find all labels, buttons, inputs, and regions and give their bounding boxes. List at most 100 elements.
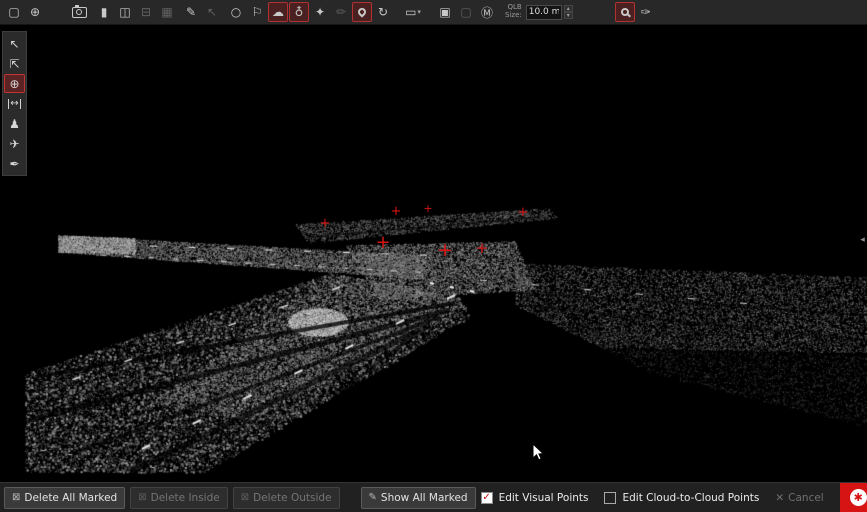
panel-expander-arrow[interactable]: ◂ [858,231,867,249]
select-area-icon-glyph: ▢ [8,5,19,19]
coordinate-m-icon[interactable]: Ⓜ [477,2,497,22]
view-horizontal-split-icon-glyph: ⊟ [141,5,151,19]
select-cursor-tool-glyph: ↖ [9,37,19,51]
mouse-cursor [532,443,545,462]
delete-all-marked-label: Delete All Marked [24,492,117,504]
qlb-size-stepper[interactable]: ▴ ▾ [564,5,573,19]
delete-outside-button: ⊠ Delete Outside [233,487,340,509]
show-all-marked-button[interactable]: ✎ Show All Marked [361,487,476,509]
cancel-button: ✕ Cancel [775,492,823,504]
section-box-dropdown-glyph: ▭ [405,5,416,19]
toolbar-group-views: ▮ ◫ ⊟ ▦ [94,2,177,22]
globe-surface-icon-glyph: ♁ [295,5,304,19]
cube-wire-icon-glyph: ▢ [460,5,471,19]
cancel-label: Cancel [788,492,824,504]
cube-view-icon-glyph: ▣ [439,5,450,19]
edit-cloud-to-cloud-points-box[interactable] [604,492,616,504]
circle-marker-icon-glyph: ○ [231,5,241,19]
delete-inside-label: Delete Inside [151,492,220,504]
pin-rotate-icon[interactable]: ↻ [373,2,393,22]
cube-wire-icon: ▢ [456,2,476,22]
smart-select-tool[interactable]: ⇱ [4,54,25,73]
pen-marker-icon: ✏ [331,2,351,22]
location-pin-icon[interactable] [352,2,372,22]
delete-inside-icon: ⊠ [138,492,146,503]
delete-outside-label: Delete Outside [253,492,331,504]
lens-highlight-icon[interactable] [615,2,635,22]
lens-highlight-icon-glyph [621,8,629,16]
bottom-bar: ⊠ Delete All Marked ⊠ Delete Inside ⊠ Delete … [0,482,867,512]
paint-select-tool[interactable]: ✒ [4,154,25,173]
pick-coordinate-icon-glyph: ⊕ [30,5,40,19]
cloud-points-icon[interactable]: ☁ [268,2,288,22]
toolbar-group-section: ▭▾ [403,2,423,22]
edit-visual-points-checkbox[interactable]: ✓ Edit Visual Points [481,492,589,504]
edit-cloud-to-cloud-points-label: Edit Cloud-to-Cloud Points [622,492,759,504]
view-horizontal-split-icon: ⊟ [136,2,156,22]
fly-navigation-tool-glyph: ✈ [9,137,19,151]
delete-outside-icon: ⊠ [241,492,249,503]
toolbar-group-camera [69,2,89,22]
fly-navigation-tool[interactable]: ✈ [4,134,25,153]
view-split-icon[interactable]: ◫ [115,2,135,22]
smart-select-tool-glyph: ⇱ [9,57,19,71]
measure-distance-tool[interactable]: ↔ [4,94,25,113]
toolbar-group-draw: ✎↖ [181,2,222,22]
show-all-marked-label: Show All Marked [381,492,468,504]
bottom-button-group: ⊠ Delete All Marked ⊠ Delete Inside ⊠ Delete … [4,487,481,509]
star-marker-icon[interactable]: ✦ [310,2,330,22]
edit-visual-points-label: Edit Visual Points [499,492,589,504]
top-toolbar: ▢⊕ ▮◫⊟▦ ✎↖ ○⚐☁♁✦✏↻ ▭▾ ▣▢Ⓜ QLB Size: ▴ ▾ … [0,0,867,25]
walk-view-tool[interactable]: ♟ [4,114,25,133]
toolbar-group-qlb-icons: ▣ ▢ Ⓜ [435,2,497,22]
stepper-up-icon[interactable]: ▴ [564,5,573,12]
left-toolbar: ↖ ⇱ ⊕↔♟ ✈ ✒ [2,31,27,176]
camera-icon[interactable] [69,2,89,22]
optimize-bundle-button[interactable]: ✱ Optimize Bundle [840,483,867,512]
star-marker-icon-glyph: ✦ [315,5,325,19]
brush-tool-icon-glyph: ✑ [641,5,651,19]
qlb-size-label: QLB Size: [505,4,522,19]
section-box-dropdown-caret: ▾ [417,8,421,16]
view-single-icon[interactable]: ▮ [94,2,114,22]
select-cursor-tool[interactable]: ↖ [4,34,25,53]
pen-marker-icon-glyph: ✏ [336,5,346,19]
paint-select-tool-glyph: ✒ [9,157,19,171]
select-cursor-icon: ↖ [202,2,222,22]
delete-inside-button: ⊠ Delete Inside [130,487,228,509]
tag-marker-icon[interactable]: ⚐ [247,2,267,22]
cube-view-icon[interactable]: ▣ [435,2,455,22]
edit-visual-points-box[interactable]: ✓ [481,492,493,504]
globe-surface-icon[interactable]: ♁ [289,2,309,22]
draw-line-icon[interactable]: ✎ [181,2,201,22]
pick-move-tool[interactable]: ⊕ [4,74,25,93]
camera-icon-glyph [72,7,87,18]
qlb-size-input[interactable] [526,5,562,20]
section-box-dropdown[interactable]: ▭▾ [403,2,423,22]
brush-tool-icon[interactable]: ✑ [636,2,656,22]
viewport-3d[interactable]: +++++++ ◂ ↖⇱⊕↔♟✈✒ [0,25,867,482]
location-pin-icon-glyph [356,6,367,17]
optimize-bundle-icon: ✱ [850,489,867,506]
select-cursor-icon-glyph: ↖ [207,5,217,19]
toolbar-group-markers: ○ ⚐ ☁ ♁ ✦ ✏ ↻ [226,2,393,22]
point-cloud-canvas[interactable] [0,25,867,482]
view-split-icon-glyph: ◫ [119,5,130,19]
circle-marker-icon[interactable]: ○ [226,2,246,22]
view-grid-icon: ▦ [157,2,177,22]
delete-all-marked-button[interactable]: ⊠ Delete All Marked [4,487,125,509]
edit-cloud-to-cloud-points-checkbox[interactable]: Edit Cloud-to-Cloud Points [604,492,759,504]
stepper-down-icon[interactable]: ▾ [564,12,573,19]
tag-marker-icon-glyph: ⚐ [252,5,263,19]
draw-line-icon-glyph: ✎ [186,5,196,19]
delete-all-marked-icon: ⊠ [12,492,20,503]
bottom-checkbox-group: ✓ Edit Visual Points Edit Cloud-to-Cloud P… [481,492,776,504]
cancel-icon: ✕ [775,492,784,504]
select-area-icon[interactable]: ▢ [4,2,24,22]
pick-coordinate-icon[interactable]: ⊕ [25,2,45,22]
app-window: ▢⊕ ▮◫⊟▦ ✎↖ ○⚐☁♁✦✏↻ ▭▾ ▣▢Ⓜ QLB Size: ▴ ▾ … [0,0,867,512]
qlb-label-line2: Size: [505,12,522,20]
view-grid-icon-glyph: ▦ [161,5,172,19]
toolbar-group-select: ▢⊕ [4,2,45,22]
show-all-marked-icon: ✎ [369,492,377,503]
